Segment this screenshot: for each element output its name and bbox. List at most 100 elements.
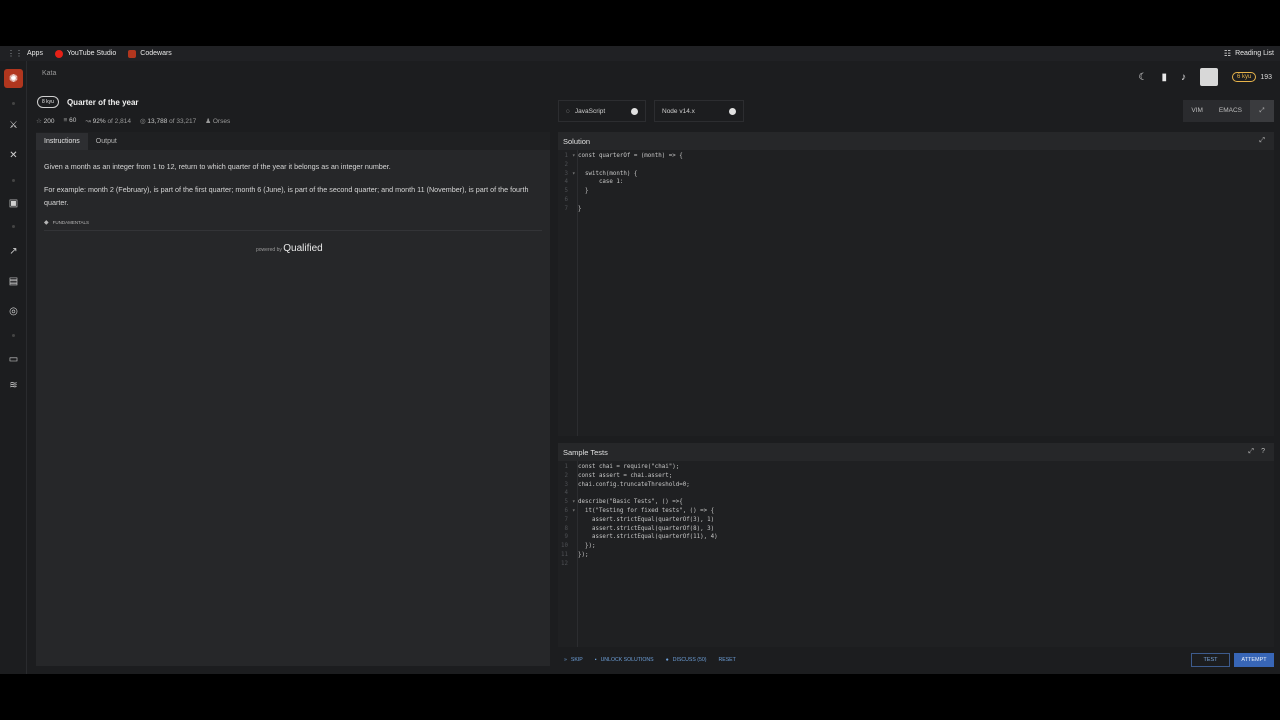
discuss-icon[interactable]: ◎ (7, 305, 20, 318)
briefcase-icon[interactable]: ▣ (7, 197, 20, 210)
youtube-icon (54, 49, 63, 58)
solution-title: Solution (563, 136, 591, 146)
code-line[interactable]: 2 const assert = chai.assert; (558, 472, 1274, 481)
expand-icon[interactable]: ⤢ (1259, 137, 1265, 145)
bookmark-icon[interactable]: ▮ (1161, 72, 1167, 83)
honor-count: 193 (1260, 73, 1272, 81)
bookmark-apps[interactable]: ⋮⋮ Apps (7, 49, 43, 58)
code-line[interactable]: 8 assert.strictEqual(quarterOf(8), 3) (558, 525, 1274, 534)
avatar[interactable] (1199, 68, 1218, 86)
code-line[interactable]: 3 chai.config.truncateThreshold=0; (558, 481, 1274, 490)
lock-icon: ▪ (594, 657, 597, 663)
code-line[interactable]: 9 assert.strictEqual(quarterOf(11), 4) (558, 533, 1274, 542)
sample-tests-editor[interactable]: Sample Tests ⤢ ? 1 const chai = require(… (558, 443, 1274, 647)
code-line[interactable]: 3 ▾ switch(month) { (558, 170, 1274, 179)
code-line[interactable]: 7 } (558, 205, 1274, 214)
code-line[interactable]: 11 }); (558, 551, 1274, 560)
chat-icon[interactable]: ▤ (7, 275, 20, 288)
emacs-mode-button[interactable]: EMACS (1211, 100, 1250, 122)
unlock-solutions-button[interactable]: ▪ UNLOCK SOLUTIONS (595, 657, 654, 663)
dark-mode-moon-icon[interactable]: ☾ (1138, 72, 1147, 83)
code-line[interactable]: 2 (558, 161, 1274, 170)
kata-stats: ☆ 200 ≡ 60 ↝ 92% of 2,814 ◎ 13,788 of 33… (36, 117, 230, 125)
code-line[interactable]: 5 } (558, 187, 1274, 196)
target-icon: ◎ (139, 118, 146, 125)
help-icon[interactable]: ? (1261, 448, 1265, 455)
tab-output[interactable]: Output (88, 133, 125, 150)
kata-title: Quarter of the year (66, 97, 139, 107)
code-text: const chai = require("chai"); (578, 464, 680, 470)
runtime-select[interactable]: Node v14.x (654, 100, 744, 122)
line-number: 6 (564, 196, 569, 203)
instructions-paragraph: Given a month as an integer from 1 to 12… (44, 162, 391, 171)
solution-code[interactable]: 1 ▾ const quarterOf = (month) => {2 3 ▾ swi… (558, 150, 1274, 214)
codewars-icon (128, 49, 137, 58)
star-icon: ☆ (36, 118, 42, 125)
author-stat[interactable]: ♟ Orses (205, 117, 230, 125)
skip-button[interactable]: » SKIP (564, 657, 583, 663)
code-line[interactable]: 1 const chai = require("chai"); (558, 463, 1274, 472)
line-number: 4 (564, 490, 569, 497)
code-line[interactable]: 12 (558, 560, 1274, 569)
code-line[interactable]: 7 assert.strictEqual(quarterOf(3), 1) (558, 516, 1274, 525)
docs-book-icon[interactable]: ▭ (7, 353, 20, 366)
reset-button[interactable]: RESET (718, 657, 735, 663)
code-line[interactable]: 1 ▾ const quarterOf = (month) => { (558, 152, 1274, 161)
code-text: assert.strictEqual(quarterOf(3), 1) (578, 516, 715, 523)
line-number: 2 (564, 161, 569, 168)
sample-tests-header: Sample Tests ⤢ ? (558, 443, 1274, 461)
test-button[interactable]: TEST (1191, 653, 1230, 667)
instructions-body: Given a month as an integer from 1 to 12… (36, 150, 550, 209)
tags-row: ◆ FUNDAMENTALS (44, 219, 542, 231)
tag-fundamentals[interactable]: FUNDAMENTALS (53, 220, 89, 225)
powered-by-label: powered by (256, 247, 282, 253)
qualified-logo: Qualified (283, 243, 323, 254)
sidebar-divider (12, 334, 15, 337)
code-line[interactable]: 4 (558, 489, 1274, 498)
vim-mode-button[interactable]: VIM (1183, 100, 1211, 122)
code-line[interactable]: 6 ▾ it("Testing for fixed tests", () => { (558, 507, 1274, 516)
practice-icon[interactable]: ⚔ (7, 119, 20, 132)
line-number: 9 (564, 534, 569, 541)
line-number: 3 (564, 481, 569, 488)
collections-stat[interactable]: ≡ 60 (64, 117, 77, 125)
reading-list[interactable]: ☷ Reading List (1224, 49, 1274, 58)
satisfaction-stat: ↝ 92% of 2,814 (85, 118, 131, 125)
gutter-divider (577, 150, 578, 436)
tag-icon: ◆ (44, 220, 49, 226)
tab-instructions[interactable]: Instructions (36, 132, 88, 150)
code-line[interactable]: 4 case 1: (558, 178, 1274, 187)
attempt-button[interactable]: ATTEMPT (1234, 653, 1274, 667)
tests-code[interactable]: 1 const chai = require("chai"); 2 const a… (558, 461, 1274, 569)
line-number: 11 (561, 551, 568, 558)
bookmark-youtube-studio[interactable]: YouTube Studio (54, 49, 116, 58)
apps-grid-icon: ⋮⋮ (7, 49, 23, 58)
skip-icon: » (564, 657, 567, 663)
codewars-logo-icon[interactable]: ✺ (4, 69, 23, 88)
line-number: 8 (564, 525, 569, 532)
code-text: const assert = chai.assert; (578, 472, 673, 479)
train-icon[interactable]: ✕ (7, 149, 20, 162)
reading-list-icon: ☷ (1223, 49, 1232, 58)
fullscreen-icon[interactable]: ⤢ (1250, 100, 1274, 122)
header-toolbar: ☾ ▮ ♪ 6 kyu 193 (1138, 68, 1272, 86)
solution-editor[interactable]: Solution ⤢ 1 ▾ const quarterOf = (month) =… (558, 132, 1274, 436)
code-line[interactable]: 10 }); (558, 542, 1274, 551)
code-line[interactable]: 6 (558, 196, 1274, 205)
rss-icon[interactable]: ≋ (7, 379, 20, 392)
code-line[interactable]: 5 ▾ describe("Basic Tests", () =>{ (558, 498, 1274, 507)
code-text: it("Testing for fixed tests", () => { (578, 507, 715, 514)
discuss-button[interactable]: ● DISCUSS (50) (666, 657, 707, 663)
line-number: 7 (564, 516, 569, 523)
bookmark-codewars[interactable]: Codewars (128, 49, 172, 58)
code-text: const quarterOf = (month) => { (578, 153, 683, 159)
language-select[interactable]: ◌ JavaScript (558, 100, 646, 122)
line-number: 5 (564, 499, 569, 506)
reading-list-label: Reading List (1235, 50, 1274, 57)
powered-by[interactable]: powered by Qualified (256, 243, 323, 254)
notifications-bell-icon[interactable]: ♪ (1181, 72, 1186, 83)
code-text: assert.strictEqual(quarterOf(8), 3) (578, 525, 715, 532)
expand-icon[interactable]: ⤢ (1248, 448, 1254, 456)
stars-stat[interactable]: ☆ 200 (36, 117, 55, 125)
leaderboard-icon[interactable]: ↗ (7, 245, 20, 258)
